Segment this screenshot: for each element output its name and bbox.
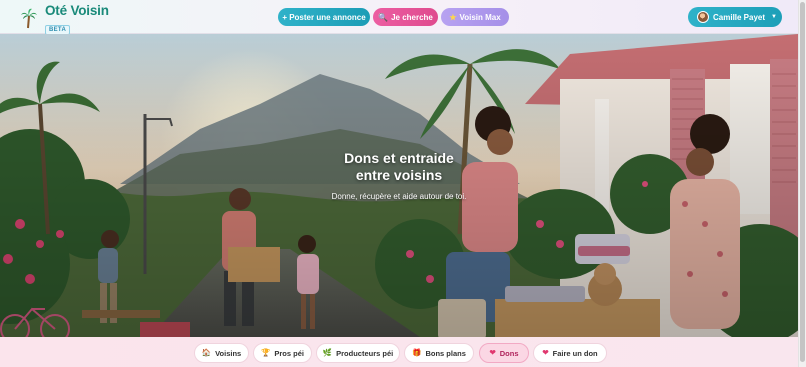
gift-icon: 🎁 [412, 348, 422, 358]
hero-illustration [0, 34, 798, 337]
nav-producteurs-pei-label: Producteurs péi [336, 348, 394, 358]
brand-name: Oté Voisin [45, 3, 109, 18]
post-ad-button[interactable]: + Poster une annonce [278, 8, 370, 26]
nav-voisins-label: Voisins [215, 348, 242, 358]
logo[interactable]: Oté Voisin BETA [20, 4, 109, 36]
hero-title: Dons et entraide entre voisins [0, 150, 798, 184]
top-header: Oté Voisin BETA + Poster une annonce 🔍 J… [0, 0, 798, 36]
nav-bons-plans[interactable]: 🎁 Bons plans [404, 343, 474, 363]
category-nav: 🏠 Voisins 🏆 Pros péi 🌿 Producteurs péi 🎁… [0, 337, 798, 367]
hero-subtitle: Donne, récupère et aide autour de toi. [331, 192, 467, 201]
hero-title-line1: Dons et entraide [344, 150, 454, 166]
chevron-down-icon: ▼ [771, 14, 777, 20]
star-icon: ★ [449, 12, 457, 22]
vertical-scrollbar[interactable] [798, 0, 806, 367]
nav-pros-pei[interactable]: 🏆 Pros péi [253, 343, 312, 363]
nav-voisins[interactable]: 🏠 Voisins [194, 343, 249, 363]
search-request-label: Je cherche [391, 12, 433, 22]
trophy-icon: 🏆 [261, 348, 271, 358]
hero-title-line2: entre voisins [355, 167, 443, 183]
magnifier-icon: 🔍 [378, 12, 389, 22]
palm-tree-icon [21, 8, 37, 29]
voisin-max-button[interactable]: ★ Voisin Max [441, 8, 509, 26]
user-menu-button[interactable]: Camille Payet ▼ [688, 7, 782, 27]
nav-dons-label: Dons [499, 348, 519, 358]
nav-faire-un-don-label: Faire un don [552, 348, 598, 358]
voisin-max-label: Voisin Max [459, 12, 501, 22]
user-name: Camille Payet [713, 12, 766, 22]
nav-dons[interactable]: ❤ Dons [479, 343, 529, 363]
brand: Oté Voisin BETA [45, 4, 109, 36]
avatar [697, 11, 709, 23]
nav-pros-pei-label: Pros péi [274, 348, 304, 358]
leaf-icon: 🌿 [322, 348, 333, 358]
nav-faire-un-don[interactable]: ❤ Faire un don [533, 343, 607, 363]
search-request-button[interactable]: 🔍 Je cherche [373, 8, 438, 26]
hero-banner: Dons et entraide entre voisins Donne, ré… [0, 34, 798, 337]
nav-producteurs-pei[interactable]: 🌿 Producteurs péi [316, 343, 400, 363]
heart-icon: ❤ [489, 348, 496, 358]
nav-bons-plans-label: Bons plans [425, 348, 466, 358]
heart-icon: ❤ [542, 348, 549, 358]
scrollbar-thumb[interactable] [800, 2, 805, 362]
post-ad-label: + Poster une annonce [282, 12, 366, 22]
house-icon: 🏠 [201, 348, 212, 358]
